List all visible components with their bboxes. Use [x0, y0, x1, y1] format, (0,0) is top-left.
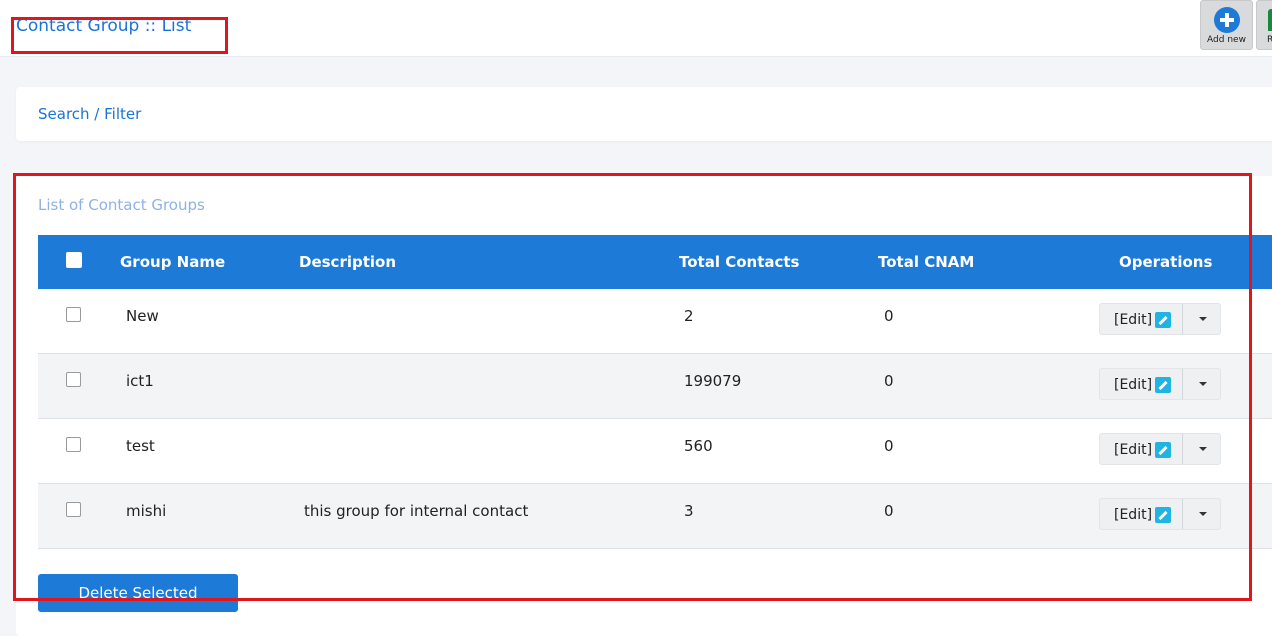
toolbar-second-icon [1268, 9, 1272, 31]
total-contacts-cell: 560 [684, 437, 713, 455]
plus-circle-icon [1214, 7, 1240, 33]
edit-button[interactable]: [Edit] [1100, 434, 1183, 464]
row-checkbox[interactable] [66, 502, 81, 517]
group-name-cell: New [126, 307, 159, 325]
edit-label: [Edit] [1114, 312, 1153, 328]
operations-button-group: [Edit] [1099, 433, 1221, 465]
total-contacts-cell: 199079 [684, 372, 742, 390]
search-filter-panel[interactable]: Search / Filter [16, 87, 1272, 141]
group-name-cell: test [126, 437, 155, 455]
table-row: test 560 0 [Edit] [38, 419, 1272, 484]
table-row: mishi this group for internal contact 3 … [38, 484, 1272, 549]
title-highlight-box [11, 17, 228, 54]
pencil-icon [1155, 442, 1171, 458]
add-new-label: Add new [1207, 35, 1246, 45]
row-checkbox[interactable] [66, 437, 81, 452]
row-checkbox[interactable] [66, 372, 81, 387]
total-cnam-cell: 0 [884, 372, 894, 390]
group-name-cell: ict1 [126, 372, 154, 390]
chevron-down-icon[interactable] [1199, 512, 1207, 516]
column-header-total-cnam[interactable]: Total CNAM [878, 253, 974, 271]
operations-button-group: [Edit] [1099, 368, 1221, 400]
chevron-down-icon[interactable] [1199, 317, 1207, 321]
total-contacts-cell: 2 [684, 307, 694, 325]
row-checkbox[interactable] [66, 307, 81, 322]
search-filter-toggle[interactable]: Search / Filter [38, 105, 141, 123]
add-new-button[interactable]: Add new [1200, 0, 1253, 50]
table-row: New 2 0 [Edit] [38, 289, 1272, 354]
edit-label: [Edit] [1114, 507, 1153, 523]
column-header-operations: Operations [1119, 253, 1213, 271]
group-name-cell: mishi [126, 502, 167, 520]
edit-button[interactable]: [Edit] [1100, 369, 1183, 399]
pencil-icon [1155, 377, 1171, 393]
total-cnam-cell: 0 [884, 437, 894, 455]
column-header-group-name[interactable]: Group Name [120, 253, 225, 271]
column-header-total-contacts[interactable]: Total Contacts [679, 253, 799, 271]
edit-label: [Edit] [1114, 377, 1153, 393]
select-all-checkbox[interactable] [66, 252, 82, 268]
total-contacts-cell: 3 [684, 502, 694, 520]
list-title: List of Contact Groups [38, 196, 205, 214]
edit-button[interactable]: [Edit] [1100, 499, 1183, 529]
edit-button[interactable]: [Edit] [1100, 304, 1183, 334]
pencil-icon [1155, 312, 1171, 328]
chevron-down-icon[interactable] [1199, 382, 1207, 386]
table-row: ict1 199079 0 [Edit] [38, 354, 1272, 419]
chevron-down-icon[interactable] [1199, 447, 1207, 451]
column-header-description[interactable]: Description [299, 253, 396, 271]
total-cnam-cell: 0 [884, 307, 894, 325]
toolbar-second-button[interactable]: Re [1256, 0, 1272, 50]
table-header: Group Name Description Total Contacts To… [38, 235, 1272, 289]
toolbar-second-label: Re [1267, 35, 1272, 45]
total-cnam-cell: 0 [884, 502, 894, 520]
delete-selected-button[interactable]: Delete Selected [38, 574, 238, 612]
operations-button-group: [Edit] [1099, 303, 1221, 335]
description-cell: this group for internal contact [304, 502, 529, 520]
edit-label: [Edit] [1114, 442, 1153, 458]
pencil-icon [1155, 507, 1171, 523]
operations-button-group: [Edit] [1099, 498, 1221, 530]
